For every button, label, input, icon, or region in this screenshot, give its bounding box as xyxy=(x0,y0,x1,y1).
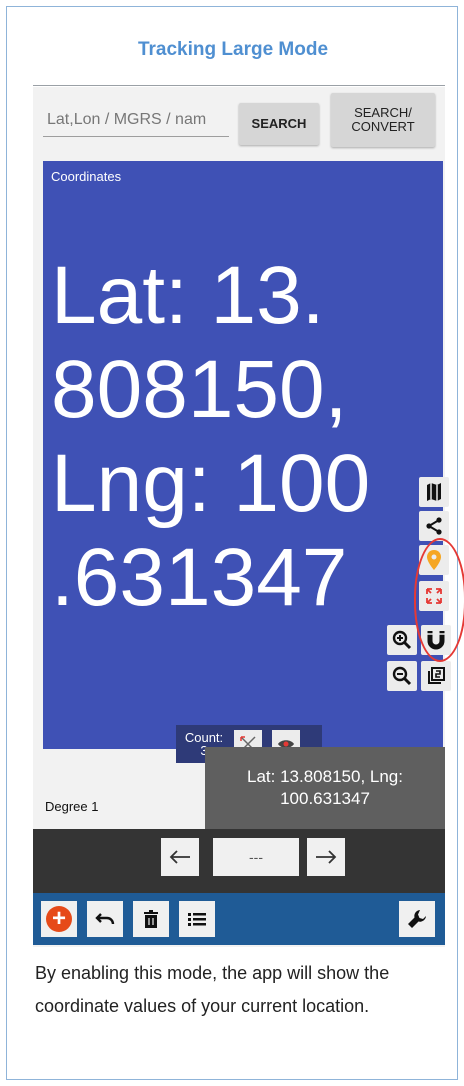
app-screenshot: Lat,Lon / MGRS / nam SEARCH SEARCH/ CONV… xyxy=(33,87,464,947)
plus-icon: + xyxy=(46,906,72,932)
previous-button[interactable] xyxy=(161,838,199,876)
list-button[interactable] xyxy=(179,901,215,937)
map-icon xyxy=(427,483,441,501)
share-button[interactable] xyxy=(419,511,449,541)
coordinates-panel: Coordinates Lat: 13. 808150, Lng: 100 .6… xyxy=(43,161,464,749)
coord-line: Lng: 100 xyxy=(51,438,371,529)
next-button[interactable] xyxy=(307,838,345,876)
bottom-toolbar: + xyxy=(33,893,445,945)
large-coordinates: Lat: 13. 808150, Lng: 100 .631347 xyxy=(51,249,421,625)
delete-button[interactable] xyxy=(133,901,169,937)
zoom-in-button[interactable] xyxy=(387,625,417,655)
wrench-icon xyxy=(408,910,426,928)
point-index: --- xyxy=(213,838,299,876)
page-heading: Tracking Large Mode xyxy=(137,39,329,60)
coord-line: 808150, xyxy=(51,344,348,435)
coordinate-toast: Lat: 13.808150, Lng: 100.631347 xyxy=(205,747,445,829)
coord-line: Lat: 13. xyxy=(51,250,325,341)
layers-button[interactable] xyxy=(421,661,451,691)
search-input[interactable]: Lat,Lon / MGRS / nam xyxy=(43,103,229,137)
search-row: Lat,Lon / MGRS / nam SEARCH SEARCH/ CONV… xyxy=(33,87,445,161)
coord-line: .631347 xyxy=(51,532,348,623)
search-convert-button[interactable]: SEARCH/ CONVERT xyxy=(331,93,435,147)
list-icon xyxy=(188,913,206,926)
zoom-out-icon xyxy=(392,666,412,686)
search-button[interactable]: SEARCH xyxy=(239,103,319,145)
heading-divider xyxy=(33,85,445,86)
map-button[interactable] xyxy=(419,477,449,507)
convert-label-line2: CONVERT xyxy=(351,119,415,134)
convert-label-line1: SEARCH/ xyxy=(354,105,412,120)
zoom-out-button[interactable] xyxy=(387,661,417,691)
arrow-right-icon xyxy=(316,850,337,864)
arrow-left-icon xyxy=(169,850,190,864)
share-icon xyxy=(426,517,442,535)
highlight-ring xyxy=(414,538,464,662)
point-nav-bar: --- xyxy=(33,829,445,893)
layers-icon xyxy=(428,667,445,684)
undo-button[interactable] xyxy=(87,901,123,937)
undo-icon xyxy=(95,913,115,925)
trash-icon xyxy=(144,910,158,928)
zoom-in-icon xyxy=(392,630,412,650)
add-point-button[interactable]: + xyxy=(41,901,77,937)
description-text: By enabling this mode, the app will show… xyxy=(35,963,390,1016)
search-button-label: SEARCH xyxy=(251,116,307,131)
degree-label: Degree 1 xyxy=(45,799,99,814)
coordinates-title: Coordinates xyxy=(51,169,122,184)
content-frame: Tracking Large Mode Lat,Lon / MGRS / nam… xyxy=(6,6,464,1080)
settings-button[interactable] xyxy=(399,901,435,937)
